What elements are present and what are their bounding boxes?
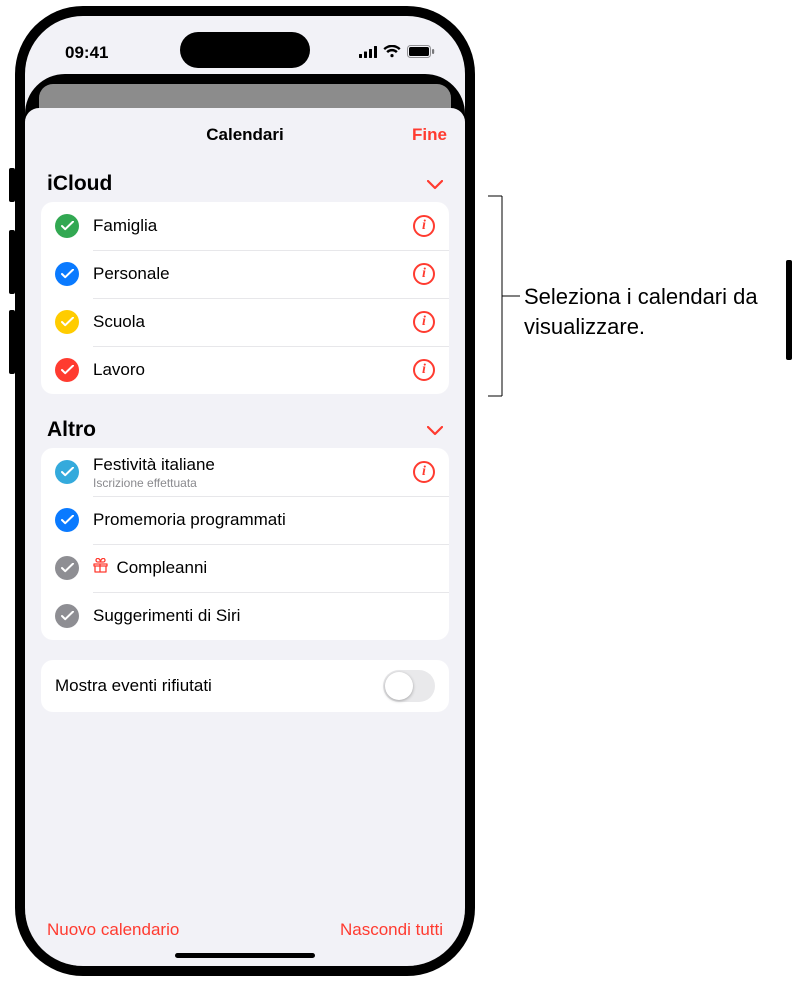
icloud-group: Famiglia i Personale i: [41, 202, 449, 394]
home-indicator[interactable]: [175, 953, 315, 958]
gift-icon: [93, 560, 112, 577]
annotation-text: Seleziona i calendari da visualizzare.: [524, 282, 794, 341]
calendar-row-scuola[interactable]: Scuola i: [41, 298, 449, 346]
info-icon[interactable]: i: [413, 311, 435, 333]
iphone-frame: 09:41 Calendari: [15, 6, 475, 976]
calendar-row-siri[interactable]: Suggerimenti di Siri: [41, 592, 449, 640]
wifi-icon: [383, 43, 401, 63]
dynamic-island: [180, 32, 310, 68]
done-button[interactable]: Fine: [412, 125, 447, 145]
checkmark-icon: [55, 604, 79, 628]
section-header-other[interactable]: Altro: [41, 408, 449, 448]
hide-all-button[interactable]: Nascondi tutti: [340, 920, 443, 940]
calendar-row-promemoria[interactable]: Promemoria programmati: [41, 496, 449, 544]
calendar-sublabel: Iscrizione effettuata: [93, 476, 399, 490]
info-icon[interactable]: i: [413, 461, 435, 483]
calendar-row-personale[interactable]: Personale i: [41, 250, 449, 298]
checkmark-icon: [55, 310, 79, 334]
other-group: Festività italiane Iscrizione effettuata…: [41, 448, 449, 640]
calendar-row-festivita[interactable]: Festività italiane Iscrizione effettuata…: [41, 448, 449, 496]
calendars-sheet: Calendari Fine iCloud: [25, 108, 465, 966]
checkmark-icon: [55, 262, 79, 286]
calendar-label: Suggerimenti di Siri: [93, 606, 435, 626]
new-calendar-button[interactable]: Nuovo calendario: [47, 920, 179, 940]
calendar-label: Promemoria programmati: [93, 510, 435, 530]
section-title: iCloud: [47, 172, 112, 196]
checkmark-icon: [55, 556, 79, 580]
screen: 09:41 Calendari: [25, 16, 465, 966]
calendar-row-lavoro[interactable]: Lavoro i: [41, 346, 449, 394]
chevron-down-icon[interactable]: [427, 418, 443, 442]
checkmark-icon: [55, 214, 79, 238]
calendar-label: Famiglia: [93, 216, 399, 236]
info-icon[interactable]: i: [413, 263, 435, 285]
sheet-title: Calendari: [206, 125, 283, 145]
cellular-icon: [359, 43, 377, 63]
chevron-down-icon[interactable]: [427, 172, 443, 196]
toggle-label: Mostra eventi rifiutati: [55, 676, 212, 696]
checkmark-icon: [55, 358, 79, 382]
calendar-row-famiglia[interactable]: Famiglia i: [41, 202, 449, 250]
checkmark-icon: [55, 460, 79, 484]
battery-icon: [407, 43, 435, 63]
calendar-label: Lavoro: [93, 360, 399, 380]
declined-events-row: Mostra eventi rifiutati: [41, 660, 449, 712]
info-icon[interactable]: i: [413, 215, 435, 237]
calendar-label: Festività italiane: [93, 455, 399, 475]
calendar-label: Scuola: [93, 312, 399, 332]
status-time: 09:41: [65, 43, 108, 63]
calendar-label: Compleanni: [93, 558, 435, 578]
section-title: Altro: [47, 418, 96, 442]
section-header-icloud[interactable]: iCloud: [41, 162, 449, 202]
declined-events-toggle[interactable]: [383, 670, 435, 702]
calendar-label: Personale: [93, 264, 399, 284]
calendar-row-compleanni[interactable]: Compleanni: [41, 544, 449, 592]
sheet-content[interactable]: iCloud Famiglia i: [25, 162, 465, 904]
sheet-header: Calendari Fine: [25, 108, 465, 162]
checkmark-icon: [55, 508, 79, 532]
info-icon[interactable]: i: [413, 359, 435, 381]
